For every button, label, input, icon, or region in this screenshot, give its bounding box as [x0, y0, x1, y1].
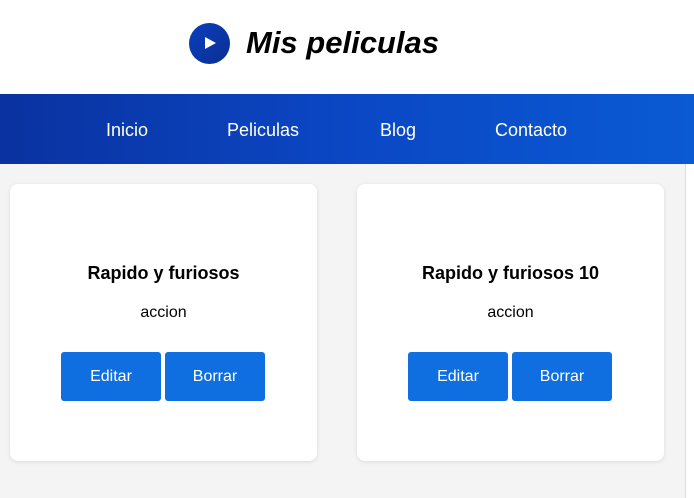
nav-item-peliculas[interactable]: Peliculas: [227, 94, 299, 164]
main-nav: Inicio Peliculas Blog Contacto: [0, 94, 694, 164]
site-logo[interactable]: Mis peliculas: [189, 22, 439, 64]
nav-item-contacto[interactable]: Contacto: [495, 94, 567, 164]
movie-title: Rapido y furiosos 10: [421, 263, 600, 283]
movie-card: Rapido y furiosos accion Editar Borrar: [10, 184, 317, 461]
site-title: Mis peliculas: [246, 25, 439, 60]
nav-item-inicio[interactable]: Inicio: [106, 94, 148, 164]
play-icon: [189, 22, 230, 64]
delete-button[interactable]: Borrar: [165, 352, 265, 401]
site-header: Mis peliculas: [0, 0, 694, 94]
scroll-area[interactable]: [686, 164, 694, 498]
delete-button[interactable]: Borrar: [512, 352, 612, 401]
movie-card: Rapido y furiosos 10 accion Editar Borra…: [357, 184, 664, 461]
nav-item-blog[interactable]: Blog: [380, 94, 416, 164]
edit-button[interactable]: Editar: [408, 352, 508, 401]
movie-title: Rapido y furiosos: [87, 263, 240, 283]
edit-button[interactable]: Editar: [61, 352, 161, 401]
movie-genre: accion: [487, 304, 534, 321]
movie-genre: accion: [140, 304, 187, 321]
